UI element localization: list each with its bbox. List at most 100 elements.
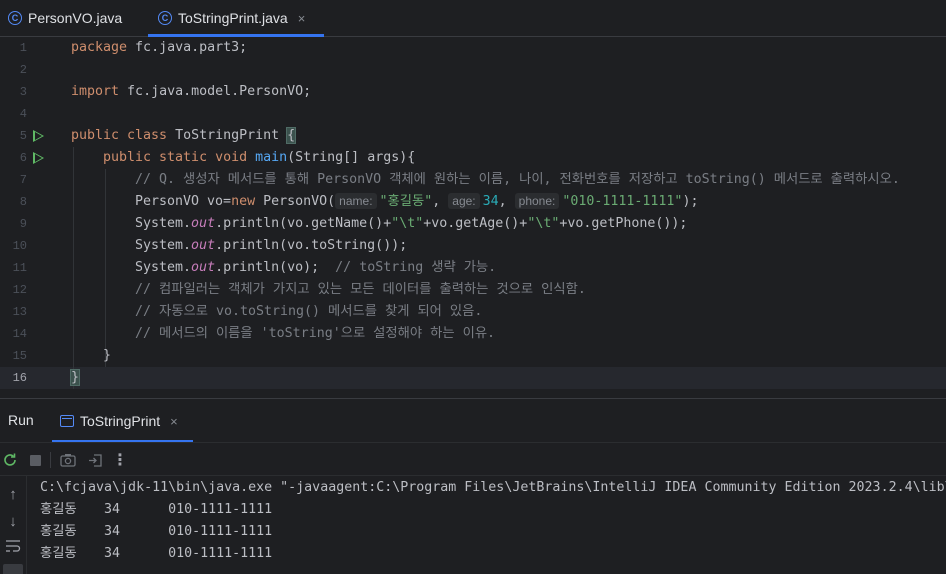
comment: // 자동으로 vo.toString() 메서드를 찾게 되어 있음. <box>135 304 483 319</box>
line-number: 7 <box>19 173 27 187</box>
run-toolbar: ⋮ <box>0 442 946 476</box>
code-text: .println(vo); <box>215 260 336 275</box>
line-number: 6 <box>19 151 27 165</box>
run-panel-title: Run <box>8 412 34 428</box>
code-text: fc.java.model.PersonVO; <box>119 84 312 99</box>
console-output[interactable]: C:\fcjava\jdk-11\bin\java.exe "-javaagen… <box>26 476 946 574</box>
brace: { <box>286 127 297 144</box>
string-literal: "\t" <box>391 216 424 231</box>
class-name: ToStringPrint <box>167 128 288 143</box>
code-line-7: // Q. 생성자 메서드를 통해 PersonVO 객체에 원하는 이름, 나… <box>135 169 900 191</box>
run-tool-window-header: Run ToStringPrint × <box>0 398 946 443</box>
number-literal: 34 <box>482 194 499 209</box>
soft-wrap-icon[interactable] <box>3 539 23 559</box>
keyword: import <box>71 84 120 99</box>
code-line-12: // 컴파일러는 객체가 가지고 있는 모든 데이터를 출력하는 것으로 인식함… <box>135 279 586 301</box>
code-text: PersonVO vo= <box>135 194 232 209</box>
code-line-9: System.out.println(vo.getName()+"\t"+vo.… <box>135 213 687 235</box>
code-line-3: import fc.java.model.PersonVO; <box>71 81 311 103</box>
code-line-11: System.out.println(vo); // toString 생략 가… <box>135 257 496 279</box>
method-name: main <box>247 150 288 165</box>
code-text: System. <box>135 216 192 231</box>
toolbar-separator <box>50 452 51 468</box>
code-line-1: package fc.java.part3; <box>71 37 247 59</box>
rerun-icon[interactable] <box>0 450 20 470</box>
more-icon[interactable]: ⋮ <box>110 450 130 470</box>
code-text: , <box>432 194 449 209</box>
console-command-line: C:\fcjava\jdk-11\bin\java.exe "-javaagen… <box>40 480 946 495</box>
code-text: .println(vo.getName()+ <box>215 216 392 231</box>
console-output-line: 홍길동 34 010-1111-1111 <box>40 524 273 539</box>
line-number: 5 <box>19 129 27 143</box>
line-number: 4 <box>19 107 27 121</box>
arrow-down-icon[interactable]: ↓ <box>3 512 23 532</box>
current-line-highlight <box>0 367 946 389</box>
code-line-14: // 메서드의 이름을 'toString'으로 설정해야 하는 이유. <box>135 323 495 345</box>
arrow-up-icon[interactable]: ↑ <box>3 485 23 505</box>
line-number: 11 <box>12 261 27 275</box>
parameter-hint: age: <box>448 193 480 209</box>
string-literal: "010-1111-1111" <box>562 194 683 209</box>
line-number: 3 <box>19 85 27 99</box>
run-config-tab[interactable]: ToStringPrint × <box>52 399 193 443</box>
keyword: public class <box>71 128 168 143</box>
comment: // Q. 생성자 메서드를 통해 PersonVO 객체에 원하는 이름, 나… <box>135 172 900 187</box>
line-number: 8 <box>19 195 27 209</box>
code-line-6: public static void main(String[] args){ <box>103 147 415 169</box>
static-field: out <box>191 260 216 275</box>
static-field: out <box>191 238 216 253</box>
close-icon[interactable]: × <box>298 11 306 26</box>
close-icon[interactable]: × <box>170 414 178 429</box>
tab-personvo[interactable]: C PersonVO.java <box>8 0 140 36</box>
exit-icon[interactable] <box>85 450 105 470</box>
tab-tostringprint[interactable]: C ToStringPrint.java × <box>148 0 324 37</box>
code-text: fc.java.part3; <box>127 40 248 55</box>
code-text: System. <box>135 238 192 253</box>
line-number: 2 <box>19 63 27 77</box>
line-number: 12 <box>12 283 27 297</box>
code-line-10: System.out.println(vo.toString()); <box>135 235 407 257</box>
code-text: ); <box>682 194 699 209</box>
parameter-hint: name: <box>335 193 377 209</box>
line-number: 10 <box>12 239 27 253</box>
code-text: , <box>498 194 515 209</box>
comment: // 컴파일러는 객체가 가지고 있는 모든 데이터를 출력하는 것으로 인식함… <box>135 282 586 297</box>
code-line-13: // 자동으로 vo.toString() 메서드를 찾게 되어 있음. <box>135 301 482 323</box>
code-line-16: } <box>69 367 81 389</box>
code-line-5: public class ToStringPrint { <box>71 125 297 147</box>
code-line-8: PersonVO vo=new PersonVO(name: "홍길동", age… <box>135 191 698 213</box>
class-icon: C <box>8 11 22 25</box>
code-editor[interactable]: 1 2 3 4 5 6 7 8 9 10 11 12 13 14 15 16 p… <box>0 37 946 398</box>
console-output-line: 홍길동 34 010-1111-1111 <box>40 546 273 561</box>
keyword: new <box>231 194 256 209</box>
console-side-tools: ↑ ↓ <box>0 476 26 574</box>
tab-label: PersonVO.java <box>28 10 123 26</box>
line-number: 1 <box>19 41 27 55</box>
scroll-end-icon[interactable] <box>3 564 23 574</box>
string-literal: "\t" <box>527 216 560 231</box>
indent-guide <box>105 169 106 367</box>
line-number: 15 <box>12 349 27 363</box>
run-gutter-icon[interactable] <box>33 130 44 142</box>
code-text: PersonVO( <box>255 194 336 209</box>
run-gutter-icon[interactable] <box>33 152 44 164</box>
line-number: 9 <box>19 217 27 231</box>
brace: } <box>69 369 81 386</box>
string-literal: "홍길동" <box>379 194 433 209</box>
editor-tab-bar: C PersonVO.java C ToStringPrint.java × <box>0 0 946 37</box>
code-line-15: } <box>103 345 111 367</box>
camera-icon[interactable] <box>58 450 78 470</box>
keyword: public static void <box>103 150 248 165</box>
indent-guide <box>73 147 74 389</box>
tab-label: ToStringPrint.java <box>178 10 288 26</box>
keyword: package <box>71 40 128 55</box>
class-icon: C <box>158 11 172 25</box>
parameter-hint: phone: <box>514 193 560 209</box>
stop-icon[interactable] <box>25 450 45 470</box>
console-output-line: 홍길동 34 010-1111-1111 <box>40 502 273 517</box>
code-text: (String[] args){ <box>287 150 416 165</box>
brace: } <box>103 348 112 363</box>
code-text: +vo.getAge()+ <box>423 216 528 231</box>
run-tab-label: ToStringPrint <box>80 413 161 429</box>
console-icon <box>60 415 74 427</box>
